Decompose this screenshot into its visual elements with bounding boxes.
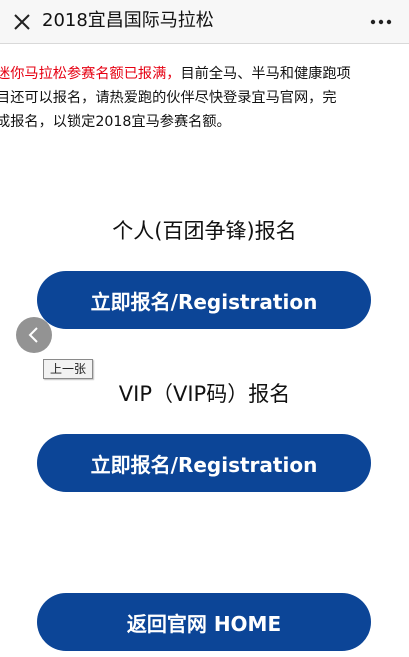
more-icon <box>370 19 392 25</box>
registration-notice: 迷你马拉松参赛名额已报满，目前全马、半马和健康跑项 目还可以报名，请热爱跑的伙伴… <box>0 62 409 134</box>
previous-button[interactable] <box>16 317 52 353</box>
notice-line-1-rest: 目前全马、半马和健康跑项 <box>180 66 351 82</box>
notice-line-2: 目还可以报名，请热爱跑的伙伴尽快登录宜马官网，完 <box>0 90 337 106</box>
vip-register-button[interactable]: 立即报名/Registration <box>37 434 371 492</box>
more-button[interactable] <box>365 6 397 38</box>
vip-registration-heading: VIP（VIP码）报名 <box>118 382 291 406</box>
notice-line-3: 成报名，以锁定2018宜马参赛名额。 <box>0 114 231 130</box>
notice-line-1: 迷你马拉松参赛名额已报满，目前全马、半马和健康跑项 <box>0 62 409 86</box>
close-button[interactable] <box>4 4 40 40</box>
previous-tooltip: 上一张 <box>43 359 94 379</box>
notice-highlight: 迷你马拉松参赛名额已报满， <box>0 66 181 82</box>
home-button[interactable]: 返回官网 HOME <box>37 593 371 651</box>
individual-registration-heading: 个人(百团争锋)报名 <box>112 219 297 243</box>
top-bar: 2018宜昌国际马拉松 <box>0 0 409 44</box>
chevron-left-icon <box>28 327 38 343</box>
close-icon <box>14 14 30 30</box>
individual-register-button[interactable]: 立即报名/Registration <box>37 271 371 329</box>
page-title: 2018宜昌国际马拉松 <box>42 10 214 31</box>
